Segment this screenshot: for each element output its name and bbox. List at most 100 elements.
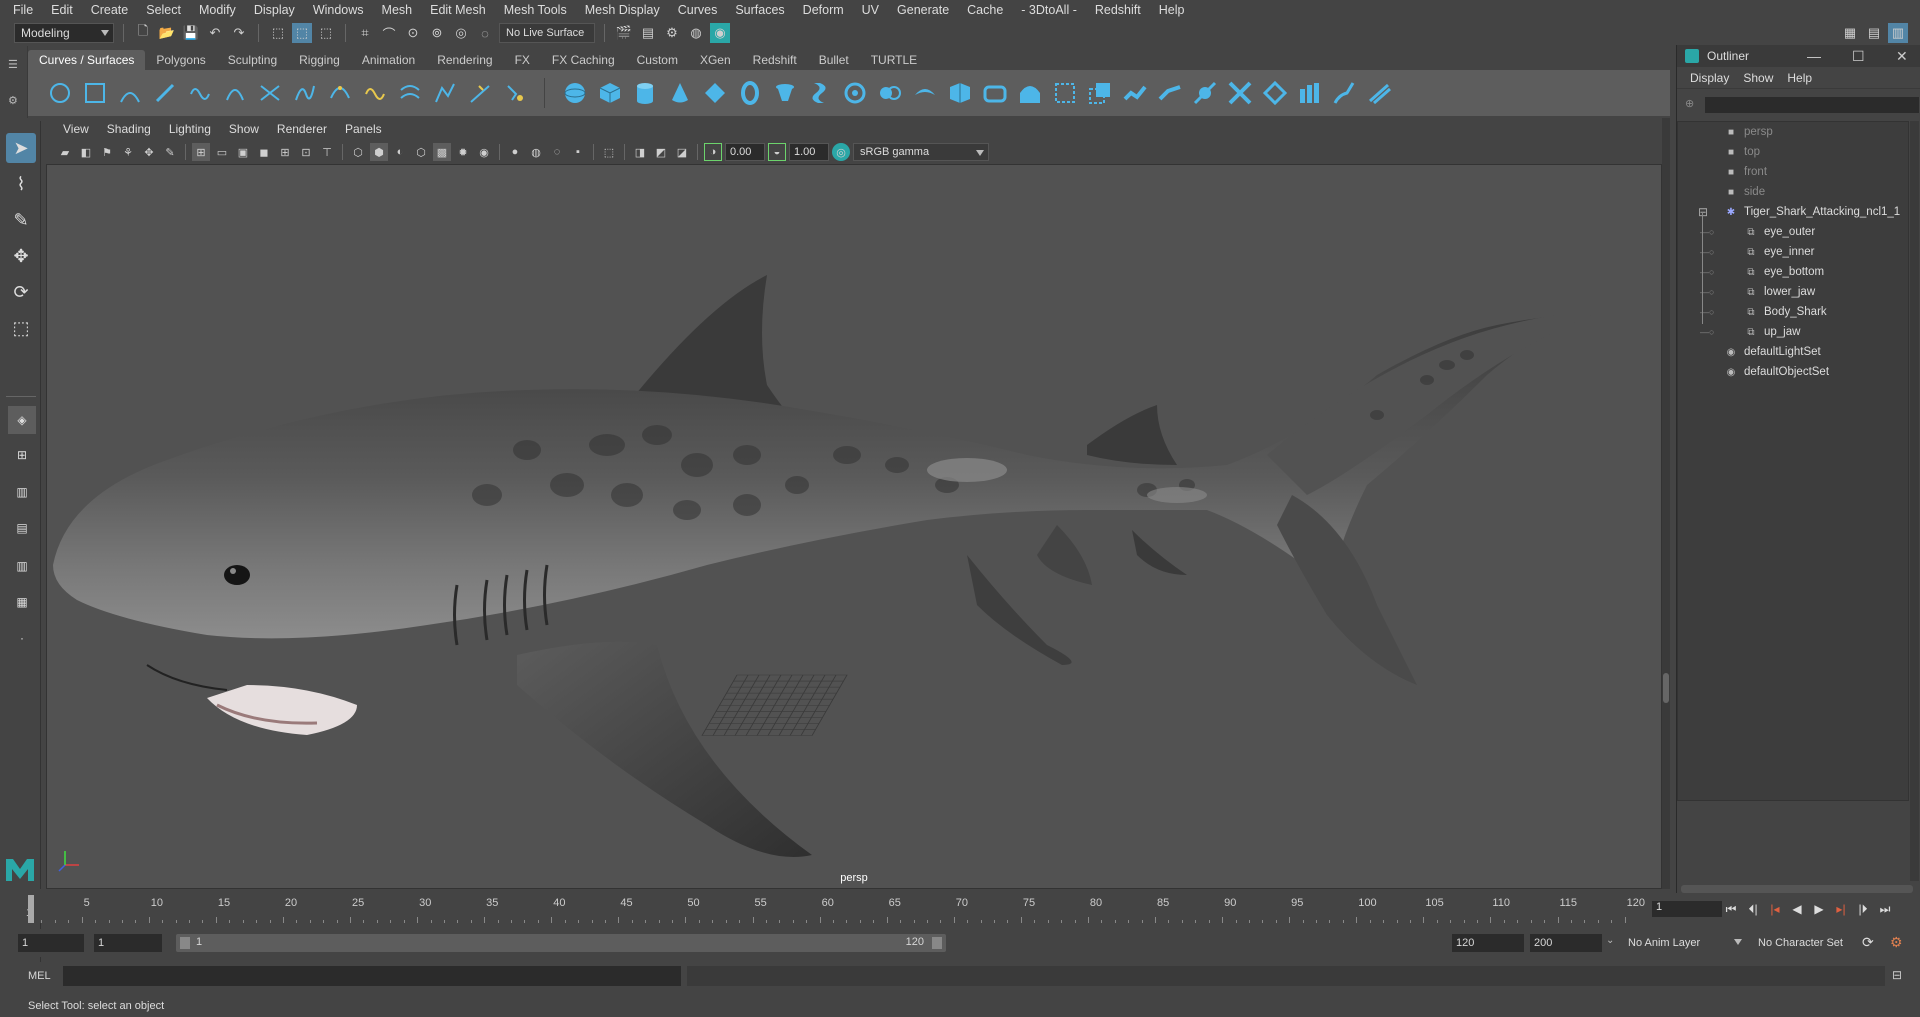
step-forward-frame-icon[interactable]: |⏵ <box>1854 900 1872 918</box>
redshift-render-icon[interactable]: ◉ <box>710 23 730 43</box>
persp-uv-layout-icon[interactable]: ▦ <box>8 588 36 616</box>
menu-mesh-tools[interactable]: Mesh Tools <box>495 3 576 17</box>
select-hierarchy-icon[interactable]: ⬚ <box>268 23 288 43</box>
lasso-tool-icon[interactable]: ⌇ <box>6 169 36 199</box>
panel-menu-lighting[interactable]: Lighting <box>160 122 220 136</box>
shelf-tab-custom[interactable]: Custom <box>626 50 689 70</box>
shelf-tab-rendering[interactable]: Rendering <box>426 50 503 70</box>
select-object-icon[interactable]: ⬚ <box>292 23 312 43</box>
menu-edit[interactable]: Edit <box>42 3 82 17</box>
square-surface-icon[interactable] <box>981 80 1008 107</box>
playback-start-field[interactable]: 1 <box>94 934 162 952</box>
outliner-menu-display[interactable]: Display <box>1683 71 1736 85</box>
boundary-icon[interactable] <box>946 80 973 107</box>
shelf-menu-icon[interactable]: ☰ <box>8 58 18 71</box>
hypershade-icon[interactable]: ◍ <box>686 23 706 43</box>
auto-key-icon[interactable]: ⟳ <box>1862 934 1874 951</box>
animation-start-field[interactable]: 1 <box>18 934 84 952</box>
outliner-item[interactable]: ◉ defaultLightSet <box>1724 342 1821 362</box>
motion-blur-icon[interactable]: ◍ <box>527 143 545 161</box>
new-scene-icon[interactable]: 🗋 <box>133 23 153 43</box>
shelf-tab-animation[interactable]: Animation <box>351 50 426 70</box>
shelf-tab-curves-surfaces[interactable]: Curves / Surfaces <box>28 50 146 70</box>
nurbs-cylinder-icon[interactable] <box>631 80 658 107</box>
shelf-tab-turtle[interactable]: TURTLE <box>860 50 928 70</box>
nurbs-sphere-icon[interactable] <box>561 80 588 107</box>
menu-deform[interactable]: Deform <box>794 3 853 17</box>
outliner-item[interactable]: —○ ⧉ up_jaw <box>1700 322 1800 342</box>
snap-view-icon[interactable]: ⊚ <box>427 23 447 43</box>
shelf-tab-bullet[interactable]: Bullet <box>808 50 860 70</box>
attach-surfaces-icon[interactable] <box>1191 80 1218 107</box>
grease-pencil-icon[interactable]: ✎ <box>161 143 179 161</box>
panel-menu-view[interactable]: View <box>54 122 98 136</box>
detach-surfaces-icon[interactable] <box>1226 80 1253 107</box>
snap-point-icon[interactable]: ⊙ <box>403 23 423 43</box>
intersect-icon[interactable] <box>1086 80 1113 107</box>
use-default-material-icon[interactable]: ◐ <box>391 143 409 161</box>
animation-prefs-icon[interactable]: ⚙ <box>1890 934 1903 951</box>
outliner-item[interactable]: —○ ⧉ Body_Shark <box>1700 302 1827 322</box>
select-tool-icon[interactable]: ➤ <box>6 133 36 163</box>
channel-box-icon[interactable]: ▥ <box>1888 23 1908 43</box>
open-scene-icon[interactable]: 📂 <box>157 23 177 43</box>
shadows-icon[interactable]: ◉ <box>475 143 493 161</box>
current-frame-field[interactable]: 1 <box>1652 901 1722 917</box>
isolate-select-icon[interactable]: ⬚ <box>600 143 618 161</box>
menu-modify[interactable]: Modify <box>190 3 245 17</box>
resolution-gate-icon[interactable]: ▣ <box>234 143 252 161</box>
paint-select-tool-icon[interactable]: ✎ <box>6 205 36 235</box>
make-live-icon[interactable]: ◌ <box>475 23 495 43</box>
animation-end-field[interactable]: 200 <box>1530 934 1602 952</box>
command-input[interactable] <box>63 966 681 986</box>
screen-space-ao-icon[interactable]: ● <box>506 143 524 161</box>
select-camera-icon[interactable]: ▰ <box>56 143 74 161</box>
extend-curve-icon[interactable] <box>361 80 388 107</box>
maximize-icon[interactable]: ☐ <box>1852 48 1865 65</box>
shelf-tab-polygons[interactable]: Polygons <box>145 50 216 70</box>
menu-mesh[interactable]: Mesh <box>373 3 422 17</box>
safe-title-icon[interactable]: ⊤ <box>318 143 336 161</box>
outliner-item[interactable]: ⊟ ✱ Tiger_Shark_Attacking_ncl1_1 <box>1698 202 1900 222</box>
workspace-layout-icon[interactable]: ▦ <box>1840 23 1860 43</box>
close-icon[interactable]: ✕ <box>1896 48 1908 65</box>
sculpt-geometry-icon[interactable] <box>1331 80 1358 107</box>
step-forward-key-icon[interactable]: ▸| <box>1832 900 1850 918</box>
offset-curve-icon[interactable] <box>396 80 423 107</box>
outliner-item[interactable]: —○ ⧉ lower_jaw <box>1700 282 1815 302</box>
shelf-tab-sculpting[interactable]: Sculpting <box>217 50 288 70</box>
four-view-layout-icon[interactable]: ⊞ <box>8 441 36 469</box>
outliner-horizontal-scrollbar[interactable] <box>1681 885 1913 893</box>
step-back-frame-icon[interactable]: ⏴| <box>1744 900 1762 918</box>
outliner-filter-icon[interactable]: ⊕ <box>1685 97 1694 110</box>
surface-editing-icon[interactable] <box>1366 80 1393 107</box>
bevel-icon[interactable] <box>1016 80 1043 107</box>
panel-menu-panels[interactable]: Panels <box>336 122 391 136</box>
menu-redshift[interactable]: Redshift <box>1086 3 1150 17</box>
film-gate-icon[interactable]: ▭ <box>213 143 231 161</box>
step-back-key-icon[interactable]: |◂ <box>1766 900 1784 918</box>
rotate-tool-icon[interactable]: ⟳ <box>6 277 36 307</box>
snap-surface-icon[interactable]: ◎ <box>451 23 471 43</box>
character-set-selector[interactable]: No Character Set <box>1752 933 1864 953</box>
open-close-surface-icon[interactable] <box>1261 80 1288 107</box>
camera-attributes-icon[interactable]: ◧ <box>77 143 95 161</box>
outliner-item[interactable]: —○ ⧉ eye_bottom <box>1700 262 1824 282</box>
script-language-label[interactable]: MEL <box>28 970 51 982</box>
xray-icon[interactable]: ◨ <box>631 143 649 161</box>
menu-edit-mesh[interactable]: Edit Mesh <box>421 3 495 17</box>
shelf-tab-xgen[interactable]: XGen <box>689 50 742 70</box>
menu-windows[interactable]: Windows <box>304 3 373 17</box>
nurbs-cube-icon[interactable] <box>596 80 623 107</box>
outliner-menu-help[interactable]: Help <box>1780 71 1819 85</box>
extrude-icon[interactable] <box>876 80 903 107</box>
xray-components-icon[interactable]: ◪ <box>673 143 691 161</box>
go-to-start-icon[interactable]: ⏮ <box>1722 900 1740 918</box>
play-forwards-icon[interactable]: ▶ <box>1810 900 1828 918</box>
nurbs-cone-icon[interactable] <box>666 80 693 107</box>
revolve-icon[interactable] <box>771 80 798 107</box>
use-all-lights-icon[interactable]: ✹ <box>454 143 472 161</box>
menu-create[interactable]: Create <box>82 3 138 17</box>
pencil-curve-icon[interactable] <box>151 80 178 107</box>
collapse-toggle-icon[interactable]: ⊟ <box>1698 205 1708 219</box>
